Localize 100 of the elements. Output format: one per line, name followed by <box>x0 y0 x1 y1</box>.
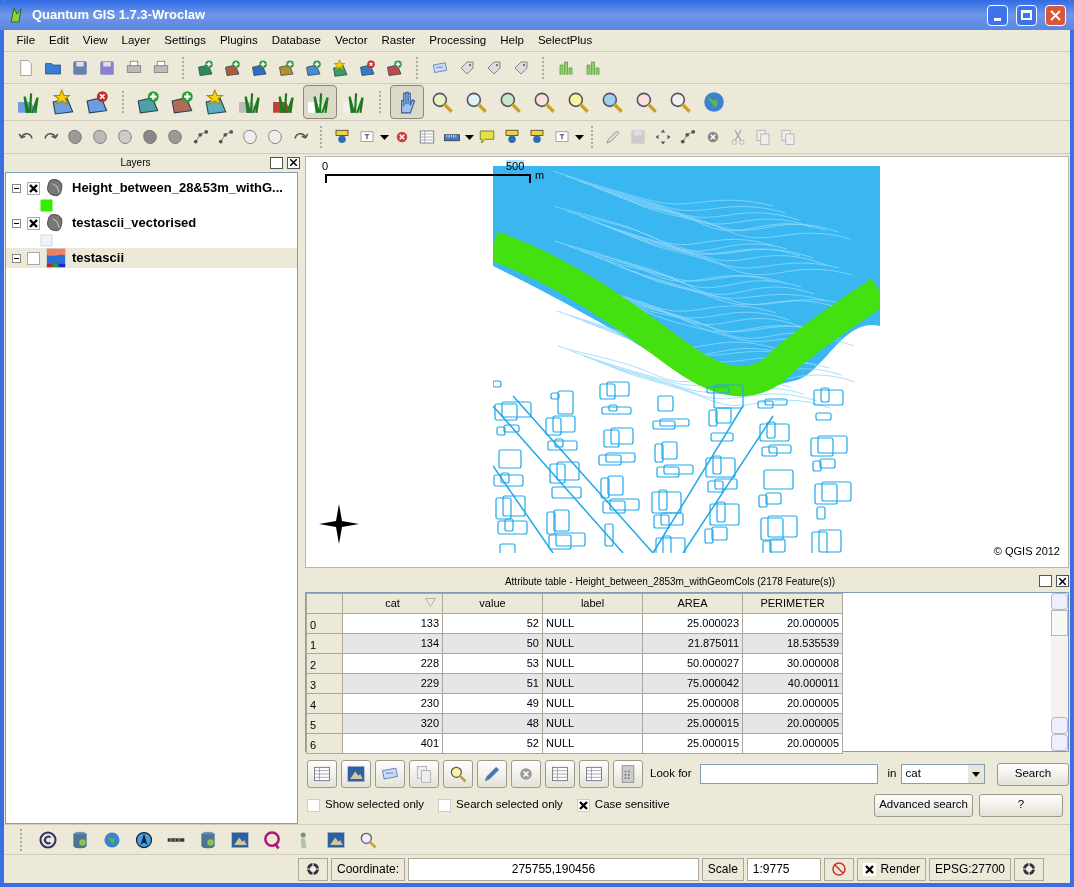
collapse-icon[interactable] <box>12 183 21 193</box>
row-header[interactable]: 5 <box>306 713 343 734</box>
stop-render-button[interactable] <box>823 857 854 881</box>
new-layer-icon[interactable] <box>332 58 350 77</box>
layer-row[interactable]: testascii <box>6 248 297 268</box>
column-header[interactable]: PERIMETER <box>742 593 843 614</box>
column-header[interactable]: AREA <box>642 593 743 614</box>
layer-checkbox[interactable] <box>27 181 40 195</box>
field-dropdown[interactable]: cat <box>900 764 985 784</box>
copyright-icon[interactable] <box>38 829 58 850</box>
float-button[interactable] <box>270 156 283 169</box>
collapse-icon[interactable] <box>12 253 21 263</box>
row-header[interactable]: 2 <box>306 653 343 674</box>
blob-icon[interactable] <box>267 128 285 146</box>
zoom-button[interactable] <box>443 760 473 788</box>
column-header[interactable]: label <box>542 593 643 614</box>
caret-icon[interactable] <box>575 134 584 140</box>
calculator-button[interactable] <box>613 760 643 788</box>
node-icon[interactable] <box>217 128 235 146</box>
close-button[interactable] <box>1045 4 1066 26</box>
add-vector-layer-icon[interactable] <box>197 58 215 77</box>
tag-icon[interactable] <box>485 58 503 77</box>
column-header[interactable]: cat <box>342 593 443 614</box>
menu-item[interactable]: Raster <box>375 30 422 51</box>
pencil-button[interactable] <box>477 760 507 788</box>
remove-layer-icon[interactable] <box>359 58 377 77</box>
menu-item[interactable]: Processing <box>422 30 493 51</box>
row-header[interactable]: 4 <box>306 693 343 714</box>
maximize-button[interactable] <box>1016 4 1037 26</box>
menu-item[interactable]: Help <box>493 30 531 51</box>
node-icon[interactable] <box>192 128 210 146</box>
add-spatial-database-icon[interactable] <box>278 58 296 77</box>
tag-icon[interactable] <box>458 58 476 77</box>
database-icon[interactable] <box>198 829 218 850</box>
add-database-layer-icon[interactable] <box>251 58 269 77</box>
table-icon[interactable] <box>418 128 436 146</box>
add-web-layer-icon[interactable] <box>305 58 323 77</box>
coordinate-field[interactable]: 275755,190456 <box>408 857 699 881</box>
menu-item[interactable]: Layer <box>115 30 157 51</box>
blob-icon[interactable] <box>92 128 110 146</box>
copy-button[interactable] <box>409 760 439 788</box>
remove-plant-icon[interactable] <box>85 89 111 115</box>
checkbox[interactable] <box>307 798 320 812</box>
collapse-icon[interactable] <box>12 218 21 228</box>
delete-button[interactable] <box>511 760 541 788</box>
add-raster-layer-icon[interactable] <box>224 58 242 77</box>
menu-item[interactable]: View <box>76 30 115 51</box>
row-header[interactable]: 0 <box>306 613 343 634</box>
blob-icon[interactable] <box>167 128 185 146</box>
corner-cell[interactable] <box>306 593 343 614</box>
checkbox-label[interactable]: Show selected only <box>325 796 425 814</box>
menu-item[interactable]: Vector <box>328 30 374 51</box>
close-panel-button[interactable] <box>287 156 300 169</box>
checkbox-label[interactable]: Case sensitive <box>594 796 670 814</box>
row-header[interactable]: 6 <box>306 733 343 754</box>
checkbox[interactable] <box>438 798 452 812</box>
blob-icon[interactable] <box>67 128 85 146</box>
checkbox-label[interactable]: Search selected only <box>456 796 563 814</box>
save-icon[interactable] <box>71 58 89 77</box>
table-button[interactable] <box>579 760 609 788</box>
menu-item[interactable]: Edit <box>42 30 76 51</box>
layer-checkbox[interactable] <box>27 251 40 265</box>
search-field[interactable] <box>699 764 878 784</box>
advanced-search-button[interactable]: Advanced search <box>874 793 973 817</box>
scrollbar[interactable] <box>1051 593 1068 751</box>
float-button[interactable] <box>1039 575 1052 587</box>
checkbox[interactable] <box>576 798 590 812</box>
layer-checkbox[interactable] <box>27 216 40 230</box>
save-as-icon[interactable] <box>98 58 116 77</box>
minimize-button[interactable] <box>987 4 1008 26</box>
blob-icon[interactable] <box>142 128 160 146</box>
row-header[interactable]: 1 <box>306 633 343 654</box>
map-canvas[interactable]: 0 500 m © QGIS 2012 <box>305 156 1069 568</box>
blob-icon[interactable] <box>117 128 135 146</box>
menu-item[interactable]: SelectPlus <box>531 30 599 51</box>
caret-icon[interactable] <box>380 134 389 140</box>
menu-item[interactable]: Settings <box>157 30 213 51</box>
search-button[interactable]: Search <box>997 762 1069 786</box>
scale-field[interactable]: 1:9775 <box>746 857 821 881</box>
menu-item[interactable]: Plugins <box>213 30 265 51</box>
menu-item[interactable]: Database <box>265 30 328 51</box>
node-icon[interactable] <box>679 128 697 146</box>
blob-icon[interactable] <box>242 128 260 146</box>
pan-button[interactable] <box>390 85 424 119</box>
menu-item[interactable]: File <box>10 30 42 51</box>
ring-icon[interactable] <box>262 829 282 850</box>
new-file-icon[interactable] <box>17 58 35 77</box>
caret-icon[interactable] <box>465 134 474 140</box>
add-web-feature-icon[interactable] <box>386 58 404 77</box>
table-button[interactable] <box>545 760 575 788</box>
crs-button[interactable]: EPSG:27700 <box>928 857 1011 881</box>
compass-icon[interactable] <box>134 829 154 850</box>
row-header[interactable]: 3 <box>306 673 343 694</box>
close-panel-button[interactable] <box>1056 575 1069 587</box>
table-button[interactable] <box>307 760 337 788</box>
render-checkbox[interactable] <box>862 862 876 876</box>
move-icon[interactable] <box>654 128 672 146</box>
column-header[interactable]: value <box>442 593 543 614</box>
tag-icon[interactable] <box>512 58 530 77</box>
help-button[interactable]: ? <box>979 793 1063 817</box>
